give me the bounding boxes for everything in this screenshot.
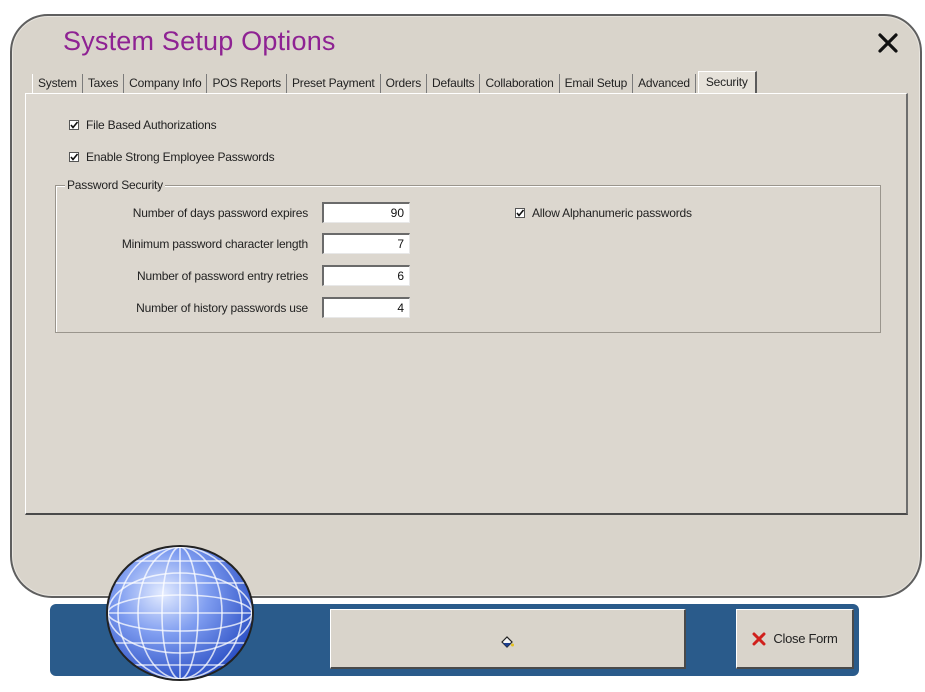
window-title: System Setup Options xyxy=(63,26,336,56)
alphanumeric-label: Allow Alphanumeric passwords xyxy=(532,206,692,220)
tab-orders[interactable]: Orders xyxy=(380,74,428,93)
strong-passwords-option[interactable]: Enable Strong Employee Passwords xyxy=(69,150,275,164)
password-security-title: Password Security xyxy=(65,178,165,192)
checkmark-icon xyxy=(70,153,79,161)
tab-taxes[interactable]: Taxes xyxy=(82,74,125,93)
red-x-icon xyxy=(752,632,766,645)
close-icon-glyph xyxy=(878,33,898,53)
close-form-label: Close Form xyxy=(773,631,838,646)
entry-retries-input[interactable]: 6 xyxy=(322,265,410,286)
tab-email-setup[interactable]: Email Setup xyxy=(559,74,634,93)
tab-pos-reports[interactable]: POS Reports xyxy=(207,74,287,93)
tab-collaboration[interactable]: Collaboration xyxy=(480,74,560,93)
history-passwords-label: Number of history passwords use xyxy=(136,301,308,315)
tab-bar: System Taxes Company Info POS Reports Pr… xyxy=(32,70,757,94)
file-based-auth-checkbox[interactable] xyxy=(69,120,79,130)
tab-defaults[interactable]: Defaults xyxy=(427,74,481,93)
close-icon[interactable] xyxy=(873,28,903,58)
history-passwords-input[interactable]: 4 xyxy=(322,297,410,318)
globe-icon xyxy=(106,545,254,681)
alphanumeric-checkbox[interactable] xyxy=(515,208,525,218)
tab-advanced[interactable]: Advanced xyxy=(633,74,696,93)
strong-passwords-label: Enable Strong Employee Passwords xyxy=(86,150,275,164)
min-length-label: Minimum password character length xyxy=(121,237,308,251)
tab-company-info[interactable]: Company Info xyxy=(124,74,208,93)
entry-retries-label: Number of password entry retries xyxy=(137,269,308,283)
paint-bucket-icon xyxy=(501,636,514,648)
file-based-auth-option[interactable]: File Based Authorizations xyxy=(69,118,217,132)
min-length-input[interactable]: 7 xyxy=(322,233,410,254)
tab-security[interactable]: Security xyxy=(697,71,757,94)
strong-passwords-checkbox[interactable] xyxy=(69,152,79,162)
alphanumeric-option[interactable]: Allow Alphanumeric passwords xyxy=(515,206,692,220)
tab-preset-payment[interactable]: Preset Payment xyxy=(286,74,381,93)
days-expire-label: Number of days password expires xyxy=(132,206,308,220)
file-based-auth-label: File Based Authorizations xyxy=(86,118,217,132)
close-form-button[interactable]: Close Form xyxy=(736,609,854,669)
tab-system[interactable]: System xyxy=(32,74,83,93)
days-expire-input[interactable]: 90 xyxy=(322,202,410,223)
checkmark-icon xyxy=(70,121,79,129)
checkmark-icon xyxy=(516,209,525,217)
